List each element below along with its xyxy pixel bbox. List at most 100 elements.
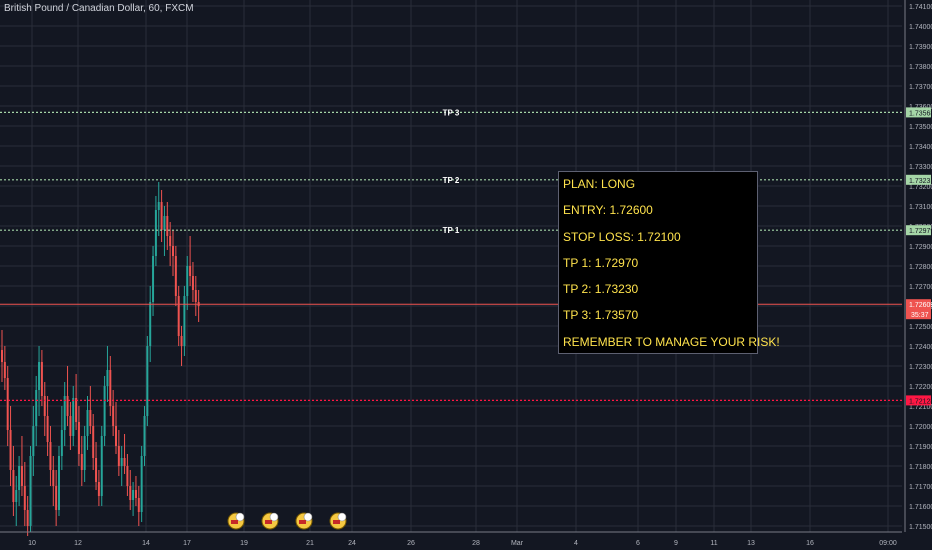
candle-body [189,266,192,276]
candle-body [18,466,21,490]
candle-body [3,362,6,378]
candle-body [66,396,69,416]
candle-body [20,466,23,486]
time-tick-label: 12 [74,540,82,547]
plan-entry: ENTRY: 1.72600 [563,203,653,218]
candle-body [15,490,18,502]
time-tick-label: 09:00 [879,540,897,547]
plan-direction: PLAN: LONG [563,177,636,191]
level-label: TP 2 [443,176,460,185]
event-markers[interactable] [227,512,347,530]
candle-body [95,458,98,482]
candle-body [38,362,41,390]
price-tick-label: 1.73100 [909,204,932,211]
time-tick-label: 14 [142,540,150,547]
candle-body [180,336,183,346]
price-tick-label: 1.74000 [909,24,932,31]
candle-body [55,486,58,510]
price-tick-label: 1.71700 [909,484,932,491]
price-tick-label: 1.73500 [909,124,932,131]
candle-body [137,498,140,512]
plan-tp1: TP 1: 1.72970 [563,255,639,270]
candle-body [120,458,123,466]
price-tick-label: 1.72000 [909,424,932,431]
candle-body [123,458,126,466]
candle-body [23,486,26,510]
price-tick-label: 1.71800 [909,464,932,471]
time-tick-label: 28 [472,540,480,547]
candle-body [89,410,92,426]
time-tick-label: Mar [511,540,524,547]
time-tick-label: 13 [747,540,755,547]
candle-body [75,398,78,422]
trade-plan-box: PLAN: LONG ENTRY: 1.72600 STOP LOSS: 1.7… [558,171,780,354]
candle-body [58,456,60,510]
level-label: TP 1 [443,226,460,235]
candle-body [186,266,189,296]
time-tick-label: 10 [28,540,36,547]
symbol-title[interactable]: British Pound / Canadian Dollar, 60, FXC… [4,3,194,14]
candle-body [103,386,106,436]
candle-body [83,436,86,470]
economic-event-icon[interactable] [261,512,279,530]
candle-body [163,216,166,230]
candle-body [132,490,135,500]
time-tick-label: 19 [240,540,248,547]
economic-event-icon[interactable] [227,512,245,530]
time-tick-label: 17 [183,540,191,547]
candle-body [174,256,177,296]
candlestick-series [1,182,200,536]
candle-body [154,210,157,256]
time-tick-label: 6 [636,540,640,547]
candle-body [177,296,180,336]
price-tick-label: 1.72700 [909,284,932,291]
economic-event-icon[interactable] [329,512,347,530]
candle-body [9,430,12,470]
candle-body [172,246,174,256]
price-tag-label: 1.72128 [909,398,932,405]
candle-body [6,378,9,430]
price-axis[interactable]: 1.741001.740001.739001.738001.737001.736… [904,0,932,550]
price-tick-label: 1.72300 [909,364,932,371]
price-tick-label: 1.72900 [909,244,932,251]
candle-body [35,390,38,426]
candle-body [43,396,46,416]
candle-body [194,290,197,302]
time-tick-label: 4 [574,540,578,547]
candle-body [160,202,163,230]
candle-body [146,346,149,416]
horizontal-lines[interactable]: TP 3 TP 2 TP 1 [0,108,902,401]
price-tick-label: 1.73800 [909,64,932,71]
price-tag-label: 1.73568 [909,110,932,117]
candle-body [183,296,186,346]
candle-body [112,406,115,426]
time-axis[interactable]: 10 12 14 17 19 21 24 26 28 Mar 4 6 9 11 13 16 09:00 [0,531,902,547]
candle-body [140,456,143,512]
plan-tp2: TP 2: 1.73230 [563,282,639,297]
level-label: TP 3 [443,108,460,117]
candle-body [169,236,172,246]
candle-body [149,302,152,346]
current-price-label: 1.72609 [909,302,932,309]
time-tick-label: 24 [348,540,356,547]
price-tick-label: 1.74100 [909,4,932,11]
candle-body [126,466,129,486]
price-tick-label: 1.73200 [909,184,932,191]
candle-body [129,486,132,500]
economic-event-icon[interactable] [295,512,313,530]
candle-body [32,426,35,456]
price-tick-label: 1.72500 [909,324,932,331]
time-tick-label: 21 [306,540,314,547]
candle-body [86,410,89,436]
candle-body [26,510,29,526]
plan-tp3: TP 3: 1.73570 [563,308,639,323]
candle-body [72,398,75,436]
candle-body [80,454,83,470]
plan-stop-loss: STOP LOSS: 1.72100 [563,229,681,244]
candle-body [97,482,100,496]
chart-area[interactable]: TP 3 TP 2 TP 1 1.74100 1.74000 1.73900 1.7380… [0,0,932,550]
candle-body [157,202,160,210]
price-tick-label: 1.72800 [909,264,932,271]
price-tick-label: 1.72400 [909,344,932,351]
price-tag-label: 1.73231 [909,178,932,185]
